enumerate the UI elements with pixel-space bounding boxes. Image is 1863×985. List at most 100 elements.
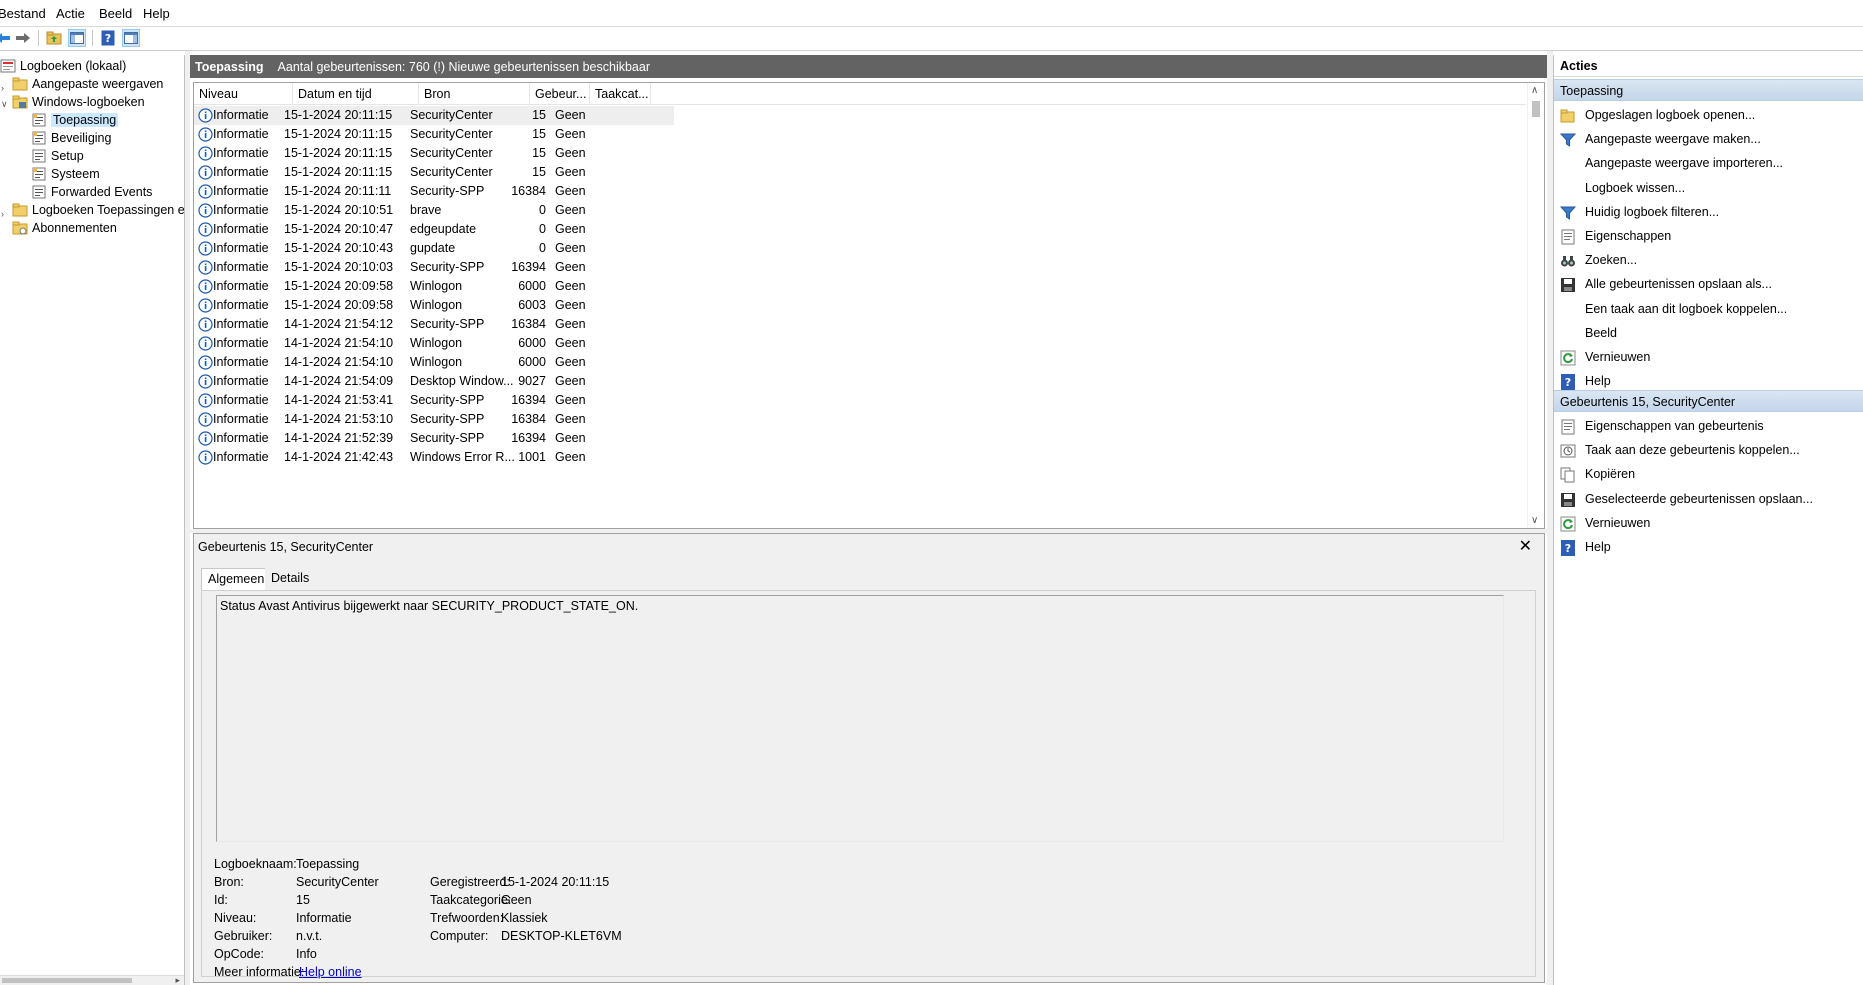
tree-item-abonnementen[interactable]: Abonnementen <box>12 219 117 236</box>
expand-chevron-icon[interactable]: › <box>1 83 4 93</box>
action-aangepaste-weergave-maken[interactable]: Aangepaste weergave maken... <box>1554 130 1863 150</box>
cell-datetime: 14-1-2024 21:53:41 <box>284 393 394 407</box>
event-message-box[interactable]: Status Avast Antivirus bijgewerkt naar S… <box>216 595 1504 842</box>
tree-item-toepassing[interactable]: Toepassing <box>31 111 119 128</box>
table-row[interactable]: Informatie 14-1-2024 21:54:09 Desktop Wind… <box>194 372 674 391</box>
menu-bestand[interactable]: Bestand <box>0 6 46 21</box>
table-row[interactable]: Informatie 15-1-2024 20:10:03 Security-SPP… <box>194 258 674 277</box>
cell-datetime: 15-1-2024 20:10:47 <box>284 222 394 236</box>
menu-beeld[interactable]: Beeld <box>99 6 132 21</box>
action-label: Vernieuwen <box>1585 350 1651 364</box>
action-een-taak-aan-dit-logboek-koppelen[interactable]: Een taak aan dit logboek koppelen... <box>1554 300 1863 320</box>
table-row[interactable]: Informatie 14-1-2024 21:42:43 Windows Erro… <box>194 448 674 467</box>
action-eigenschappen-van-gebeurtenis[interactable]: Eigenschappen van gebeurtenis <box>1554 417 1863 437</box>
cell-datetime: 15-1-2024 20:11:15 <box>284 127 393 141</box>
center-pane: Toepassing Aantal gebeurtenissen: 760 (!… <box>190 55 1547 985</box>
column-header-bron[interactable]: Bron <box>419 83 530 105</box>
action-logboek-wissen[interactable]: Logboek wissen... <box>1554 179 1863 199</box>
action-opgeslagen-logboek-openen[interactable]: Opgeslagen logboek openen... <box>1554 106 1863 126</box>
column-header-taakcategorie[interactable]: Taakcat... <box>590 83 651 105</box>
tree-horizontal-scrollbar[interactable]: ▸ <box>0 975 184 985</box>
scrollbar-thumb[interactable] <box>2 978 132 983</box>
table-row[interactable]: Informatie 15-1-2024 20:09:58 Winlogon 6000… <box>194 277 674 296</box>
tree-item-setup[interactable]: Setup <box>31 147 84 164</box>
menu-help[interactable]: Help <box>143 6 170 21</box>
action-label: Kopiëren <box>1585 467 1636 482</box>
table-row[interactable]: Informatie 15-1-2024 20:11:15 SecurityCent… <box>194 106 674 125</box>
table-row[interactable]: Informatie 14-1-2024 21:53:10 Security-SPP… <box>194 410 674 429</box>
cell-task-category: Geen <box>555 317 586 331</box>
forward-arrow-icon[interactable] <box>14 29 32 47</box>
label-gebruiker: Gebruiker: <box>214 929 273 943</box>
back-arrow-icon[interactable] <box>0 29 12 47</box>
tree-item-aangepaste-weergaven[interactable]: Aangepaste weergaven <box>12 75 163 92</box>
table-row[interactable]: Informatie 15-1-2024 20:11:11 Security-SPP… <box>194 182 674 201</box>
column-header-niveau[interactable]: Niveau <box>194 83 293 105</box>
label-bron: Bron: <box>214 875 244 889</box>
table-row[interactable]: Informatie 14-1-2024 21:54:12 Security-SPP… <box>194 315 674 334</box>
column-header-datum[interactable]: Datum en tijd <box>293 83 419 105</box>
cell-event-id: 16394 <box>511 393 546 407</box>
table-row[interactable]: Informatie 14-1-2024 21:54:10 Winlogon 6000… <box>194 353 674 372</box>
show-hide-actions-icon[interactable] <box>122 29 140 47</box>
action-taak-aan-deze-gebeurtenis-koppelen[interactable]: Taak aan deze gebeurtenis koppelen... <box>1554 441 1863 461</box>
cell-event-id: 6000 <box>518 279 546 293</box>
action-zoeken[interactable]: Zoeken... <box>1554 251 1863 271</box>
action-eigenschappen[interactable]: Eigenschappen <box>1554 227 1863 247</box>
menu-actie[interactable]: Actie <box>56 6 85 21</box>
action-help[interactable]: ? Help <box>1554 538 1863 558</box>
collapse-chevron-icon[interactable]: ∨ <box>1 99 8 110</box>
close-icon[interactable]: ✕ <box>1519 536 1532 556</box>
table-row[interactable]: Informatie 15-1-2024 20:09:58 Winlogon 6003… <box>194 296 674 315</box>
action-vernieuwen[interactable]: Vernieuwen <box>1554 348 1863 368</box>
table-row[interactable]: Informatie 15-1-2024 20:10:51 brave 0 Geen <box>194 201 674 220</box>
event-list: Niveau Datum en tijd Bron Gebeur... Taak… <box>193 82 1545 529</box>
action-huidig-logboek-filteren[interactable]: Huidig logboek filteren... <box>1554 203 1863 223</box>
event-viewer-icon <box>0 59 16 72</box>
tree-item-beveiliging[interactable]: Beveiliging <box>31 129 111 146</box>
action-alle-gebeurtenissen-opslaan-als[interactable]: Alle gebeurtenissen opslaan als... <box>1554 275 1863 295</box>
table-row[interactable]: Informatie 14-1-2024 21:52:39 Security-SPP… <box>194 429 674 448</box>
table-row[interactable]: Informatie 15-1-2024 20:10:47 edgeupdate 0 G… <box>194 220 674 239</box>
actions-section-event[interactable]: Gebeurtenis 15, SecurityCenter <box>1554 390 1863 412</box>
actions-section-toepassing[interactable]: Toepassing <box>1554 79 1863 101</box>
scrollbar-thumb[interactable] <box>1532 101 1540 117</box>
action-geselecteerde-gebeurtenissen-opslaan[interactable]: Geselecteerde gebeurtenissen opslaan... <box>1554 490 1863 510</box>
tree-item-logboeken-lokaal[interactable]: Logboeken (lokaal) <box>0 57 126 74</box>
tree-item-windows-logboeken[interactable]: Windows-logboeken <box>12 93 145 110</box>
tab-details[interactable]: Details <box>265 568 316 590</box>
info-icon <box>198 355 213 370</box>
help-online-link[interactable]: Help online <box>299 965 362 979</box>
cell-event-id: 15 <box>532 127 546 141</box>
tree-item-systeem[interactable]: Systeem <box>31 165 100 182</box>
action-kopi-ren[interactable]: Kopiëren <box>1554 465 1863 485</box>
tab-algemeen[interactable]: Algemeen <box>201 568 272 591</box>
table-row[interactable]: Informatie 15-1-2024 20:11:15 SecurityCent… <box>194 163 674 182</box>
action-vernieuwen[interactable]: Vernieuwen <box>1554 514 1863 534</box>
action-aangepaste-weergave-importeren[interactable]: Aangepaste weergave importeren... <box>1554 154 1863 174</box>
column-header-gebeurtenis-id[interactable]: Gebeur... <box>530 83 590 105</box>
help-icon[interactable]: ? <box>99 29 117 47</box>
scroll-up-icon[interactable]: ∧ <box>1531 85 1538 96</box>
tree-item-logboeken-toepassingen[interactable]: Logboeken Toepassingen en <box>12 201 184 218</box>
scroll-down-icon[interactable]: ∨ <box>1531 515 1538 526</box>
table-row[interactable]: Informatie 15-1-2024 20:11:15 SecurityCent… <box>194 125 674 144</box>
cell-task-category: Geen <box>555 450 586 464</box>
tree-item-forwarded-events[interactable]: Forwarded Events <box>31 183 152 200</box>
scroll-right-icon[interactable]: ▸ <box>175 975 180 985</box>
cell-event-id: 0 <box>539 241 546 255</box>
table-row[interactable]: Informatie 14-1-2024 21:54:10 Winlogon 6000… <box>194 334 674 353</box>
action-label: Help <box>1585 540 1611 554</box>
cell-datetime: 15-1-2024 20:10:03 <box>284 260 394 274</box>
show-hide-tree-icon[interactable] <box>68 29 86 47</box>
folder-up-icon[interactable] <box>45 29 63 47</box>
table-row[interactable]: Informatie 14-1-2024 21:53:41 Security-SPP… <box>194 391 674 410</box>
cell-task-category: Geen <box>555 165 586 179</box>
table-row[interactable]: Informatie 15-1-2024 20:11:15 SecurityCent… <box>194 144 674 163</box>
filter-icon <box>1560 133 1576 148</box>
expand-chevron-icon[interactable]: › <box>1 209 4 219</box>
action-beeld[interactable]: Beeld <box>1554 324 1863 344</box>
table-row[interactable]: Informatie 15-1-2024 20:10:43 gupdate 0 Geen <box>194 239 674 258</box>
event-list-header: Niveau Datum en tijd Bron Gebeur... Taak… <box>194 83 1526 105</box>
event-list-scrollbar[interactable]: ∧ ∨ <box>1527 83 1544 528</box>
